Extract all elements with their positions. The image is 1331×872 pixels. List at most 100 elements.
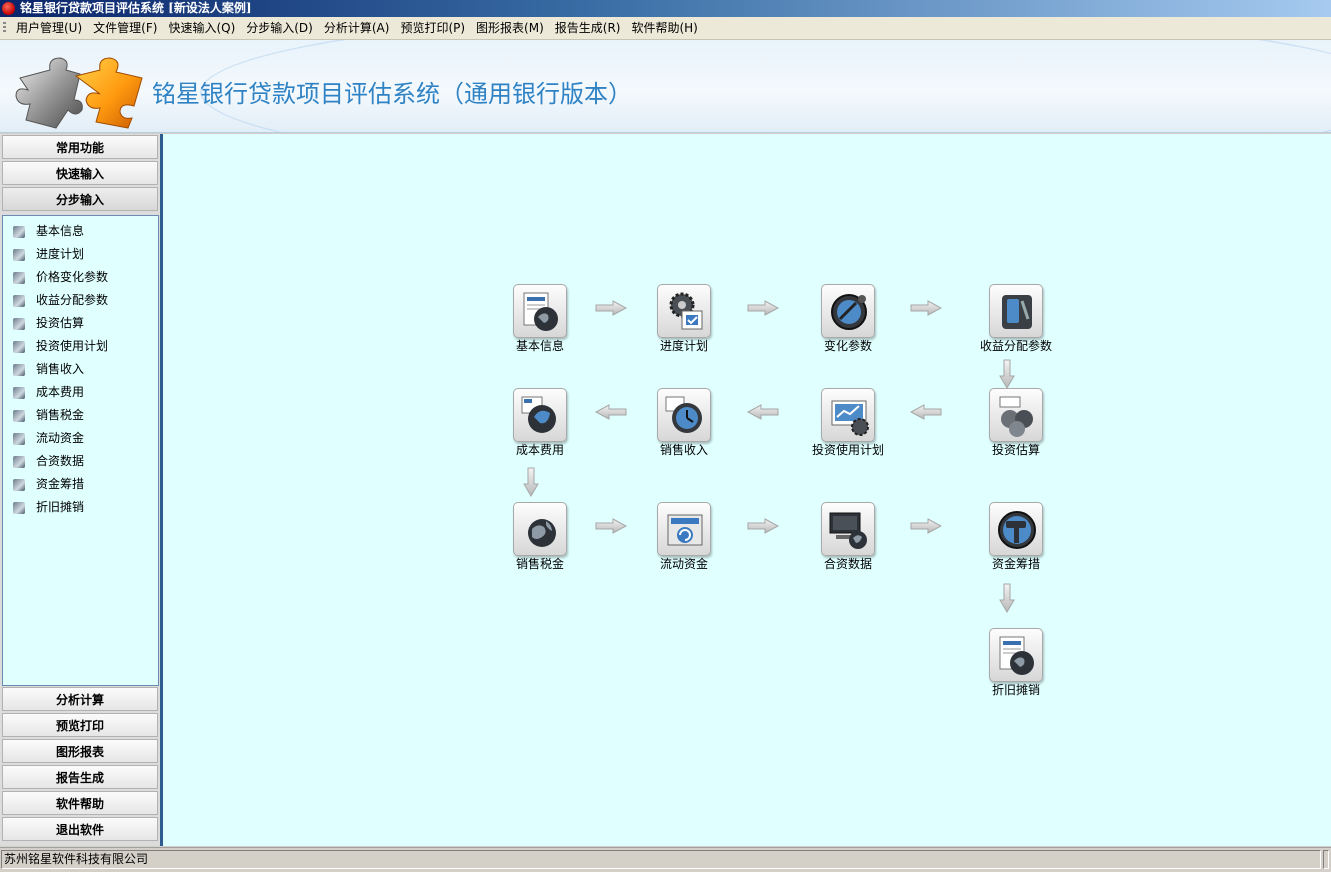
clock-icon bbox=[665, 396, 702, 433]
sidebar-item-working-capital[interactable]: 流动资金 bbox=[13, 428, 84, 448]
investment-plan-icon bbox=[13, 340, 25, 353]
sidebar-item-profit-params[interactable]: 收益分配参数 bbox=[13, 290, 108, 310]
sidebar-panel: 基本信息 进度计划 价格变化参数 收益分配参数 投资估算 投资使用计划 销售收入… bbox=[2, 215, 159, 686]
flow-node-tile bbox=[657, 388, 711, 442]
sidebar: 常用功能 快速输入 分步输入 基本信息 进度计划 价格变化参数 收益分配参数 投… bbox=[0, 134, 162, 846]
flow-node-working-capital[interactable]: 流动资金 bbox=[634, 502, 734, 572]
flow-arrow-right-icon bbox=[595, 300, 627, 316]
flow-arrow-right-icon bbox=[747, 300, 779, 316]
menu-file-management[interactable]: 文件管理(F) bbox=[89, 17, 161, 39]
flow-node-tile bbox=[657, 284, 711, 338]
flow-node-tile bbox=[989, 388, 1043, 442]
working-capital-icon bbox=[13, 432, 25, 445]
joint-venture-icon bbox=[13, 455, 25, 468]
flow-node-label: 折旧摊销 bbox=[991, 683, 1040, 697]
menu-report-generate[interactable]: 报告生成(R) bbox=[551, 17, 625, 39]
sidebar-item-price-params[interactable]: 价格变化参数 bbox=[13, 267, 108, 287]
flow-node-cost[interactable]: 成本费用 bbox=[490, 388, 590, 458]
flow-node-label: 成本费用 bbox=[515, 443, 564, 457]
sidebar-btn-print-preview[interactable]: 预览打印 bbox=[2, 713, 158, 737]
sidebar-btn-step-input[interactable]: 分步输入 bbox=[2, 187, 158, 211]
flow-node-investment-plan[interactable]: 投资使用计划 bbox=[798, 388, 898, 458]
sidebar-btn-graph-report[interactable]: 图形报表 bbox=[2, 739, 158, 763]
flow-node-tile bbox=[513, 388, 567, 442]
flow-node-label: 合资数据 bbox=[823, 557, 872, 571]
window-title: 铭星银行贷款项目评估系统 [新设法人案例] bbox=[20, 1, 252, 15]
sidebar-item-joint-venture[interactable]: 合资数据 bbox=[13, 451, 84, 471]
hammer-icon bbox=[998, 511, 1036, 549]
sidebar-btn-quick-input[interactable]: 快速输入 bbox=[2, 161, 158, 185]
sidebar-item-basic-info[interactable]: 基本信息 bbox=[13, 221, 84, 241]
sidebar-btn-analysis[interactable]: 分析计算 bbox=[2, 687, 158, 711]
menu-quick-input[interactable]: 快速输入(Q) bbox=[164, 17, 239, 39]
menu-grip-icon bbox=[3, 22, 6, 34]
sidebar-btn-report-generate[interactable]: 报告生成 bbox=[2, 765, 158, 789]
flow-node-label: 投资估算 bbox=[991, 443, 1040, 457]
sidebar-item-depreciation[interactable]: 折旧摊销 bbox=[13, 497, 84, 517]
menu-step-input[interactable]: 分步输入(D) bbox=[242, 17, 317, 39]
globe-icon bbox=[528, 519, 556, 547]
flow-node-label: 销售税金 bbox=[515, 557, 564, 571]
flow-arrow-left-icon bbox=[747, 404, 779, 420]
flow-node-depreciation[interactable]: 折旧摊销 bbox=[966, 628, 1066, 698]
document-globe-icon bbox=[999, 636, 1034, 675]
status-bar: 苏州铭星软件科技有限公司 bbox=[0, 847, 1331, 872]
title-bar: 铭星银行贷款项目评估系统 [新设法人案例] bbox=[0, 0, 1331, 17]
flow-node-label: 进度计划 bbox=[659, 339, 708, 353]
sidebar-item-investment-plan[interactable]: 投资使用计划 bbox=[13, 336, 108, 356]
flow-node-schedule[interactable]: 进度计划 bbox=[634, 284, 734, 354]
basic-info-icon bbox=[13, 225, 25, 238]
flow-node-basic-info[interactable]: 基本信息 bbox=[490, 284, 590, 354]
sidebar-item-sales-tax[interactable]: 销售税金 bbox=[13, 405, 84, 425]
flow-node-tile bbox=[821, 284, 875, 338]
flow-node-label: 基本信息 bbox=[515, 339, 564, 353]
flow-node-tile bbox=[513, 502, 567, 556]
banner-title: 铭星银行贷款项目评估系统（通用银行版本） bbox=[152, 80, 632, 108]
sidebar-btn-help[interactable]: 软件帮助 bbox=[2, 791, 158, 815]
sidebar-item-investment-estimate[interactable]: 投资估算 bbox=[13, 313, 84, 333]
flow-arrow-left-icon bbox=[910, 404, 942, 420]
flow-node-label: 销售收入 bbox=[659, 443, 708, 457]
schedule-icon bbox=[13, 248, 25, 261]
flow-node-profit-params[interactable]: 收益分配参数 bbox=[966, 284, 1066, 354]
flow-node-tile bbox=[821, 388, 875, 442]
flow-node-tile bbox=[989, 628, 1043, 682]
flow-node-tile bbox=[821, 502, 875, 556]
sidebar-item-cost[interactable]: 成本费用 bbox=[13, 382, 84, 402]
flow-node-joint-venture[interactable]: 合资数据 bbox=[798, 502, 898, 572]
sales-revenue-icon bbox=[13, 363, 25, 376]
flow-arrow-left-icon bbox=[595, 404, 627, 420]
flow-node-financing[interactable]: 资金筹措 bbox=[966, 502, 1066, 572]
status-panel-2 bbox=[1323, 850, 1329, 869]
flow-node-tile bbox=[657, 502, 711, 556]
flow-arrow-right-icon bbox=[595, 518, 627, 534]
status-company: 苏州铭星软件科技有限公司 bbox=[1, 850, 1321, 869]
flow-node-label: 变化参数 bbox=[823, 339, 872, 353]
financing-icon bbox=[13, 478, 25, 491]
flow-node-change-params[interactable]: 变化参数 bbox=[798, 284, 898, 354]
menu-user-management[interactable]: 用户管理(U) bbox=[12, 17, 86, 39]
sidebar-item-financing[interactable]: 资金筹措 bbox=[13, 474, 84, 494]
flow-node-sales-revenue[interactable]: 销售收入 bbox=[634, 388, 734, 458]
flow-node-tile bbox=[989, 502, 1043, 556]
depreciation-icon bbox=[13, 501, 25, 514]
sidebar-btn-common[interactable]: 常用功能 bbox=[2, 135, 158, 159]
menu-graph-report[interactable]: 图形报表(M) bbox=[472, 17, 548, 39]
flow-canvas: 基本信息 进度计划 变化参数 收益分配参数成本费用 销售收入 投资使用计划 投资估算销售税金… bbox=[163, 134, 1331, 846]
phone-device-icon bbox=[1002, 295, 1032, 329]
sidebar-item-schedule[interactable]: 进度计划 bbox=[13, 244, 84, 264]
banner: 铭星银行贷款项目评估系统（通用银行版本） bbox=[0, 40, 1331, 133]
menu-analysis[interactable]: 分析计算(A) bbox=[320, 17, 394, 39]
globe-gear-icon bbox=[521, 396, 556, 433]
monitor-chart-icon bbox=[831, 400, 869, 436]
cost-icon bbox=[13, 386, 25, 399]
menu-print-preview[interactable]: 预览打印(P) bbox=[396, 17, 469, 39]
sidebar-btn-exit[interactable]: 退出软件 bbox=[2, 817, 158, 841]
flow-node-sales-tax[interactable]: 销售税金 bbox=[490, 502, 590, 572]
flow-node-label: 投资使用计划 bbox=[811, 443, 884, 457]
flow-node-tile bbox=[513, 284, 567, 338]
flow-node-label: 资金筹措 bbox=[991, 557, 1040, 571]
flow-node-investment-estimate[interactable]: 投资估算 bbox=[966, 388, 1066, 458]
sidebar-item-sales-revenue[interactable]: 销售收入 bbox=[13, 359, 84, 379]
menu-help[interactable]: 软件帮助(H) bbox=[627, 17, 701, 39]
